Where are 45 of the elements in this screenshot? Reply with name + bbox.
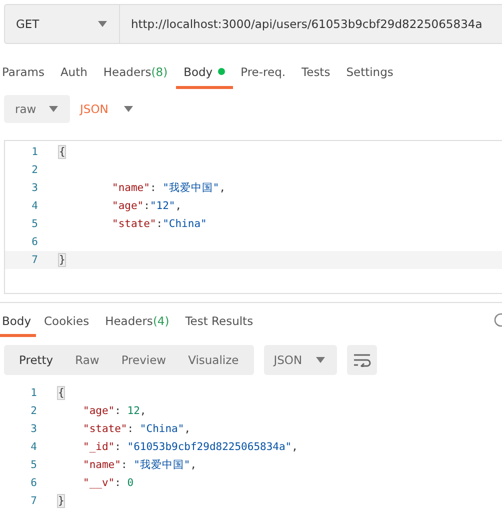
line-number: 1 (30, 387, 37, 399)
caret-icon (49, 106, 58, 112)
view-mode-tab[interactable]: Raw (64, 345, 110, 375)
code-line: "age":"12", (112, 200, 182, 212)
request-tab[interactable]: Pre-req. (232, 57, 294, 89)
code-line: "name": "我爱中国", (112, 181, 226, 195)
line-number: 4 (30, 200, 38, 212)
line-number: 2 (30, 164, 38, 176)
line-number: 2 (30, 405, 37, 417)
format-dropdown[interactable]: JSON (264, 345, 337, 375)
caret-icon (124, 106, 134, 112)
request-tab[interactable]: Tests (294, 57, 338, 89)
code-line: "_id": "61053b9cbf29d8225065834a", (83, 441, 298, 453)
response-tab[interactable]: Headers(4) (97, 307, 178, 337)
line-number: 6 (30, 477, 37, 489)
request-tab[interactable]: Params (0, 57, 52, 89)
request-tab[interactable]: Auth (52, 57, 96, 89)
wrap-lines-icon (352, 353, 371, 367)
request-tab[interactable]: Body (176, 57, 233, 89)
code-line: "state": "China", (83, 423, 191, 435)
line-number: 7 (30, 254, 38, 266)
request-tab[interactable]: Settings (338, 57, 402, 89)
view-mode-tab[interactable]: Visualize (177, 345, 250, 375)
code-line: "age": 12, (83, 405, 146, 417)
line-number: 3 (30, 182, 38, 194)
code-line: "name": "我爱中国", (83, 458, 197, 472)
view-mode-tab[interactable]: Preview (110, 345, 178, 375)
line-number: 3 (30, 423, 37, 435)
line-number: 5 (30, 459, 37, 471)
line-number: 6 (30, 236, 38, 248)
view-mode-tab[interactable]: Pretty (8, 345, 64, 375)
request-tab[interactable]: Headers(8) (95, 57, 176, 89)
response-tab[interactable]: Cookies (36, 307, 98, 337)
code-line: "state":"China" (112, 218, 207, 230)
line-number: 4 (30, 441, 37, 453)
caret-icon (316, 357, 325, 363)
response-tab[interactable]: Test Results (177, 307, 262, 337)
wrap-lines-button[interactable] (346, 345, 377, 375)
body-type-dropdown[interactable]: raw (4, 95, 70, 123)
line-number: 7 (30, 495, 37, 507)
request-body-editor[interactable]: 1 { 2 3 "name": "我爱中国", 4 "age":"12", 5 "state":"China" 6 7 } (4, 140, 502, 294)
line-number: 5 (30, 218, 38, 230)
code-line: "__v": 0 (83, 477, 134, 489)
line-number: 1 (30, 146, 38, 158)
response-tab[interactable]: Body (0, 307, 36, 337)
